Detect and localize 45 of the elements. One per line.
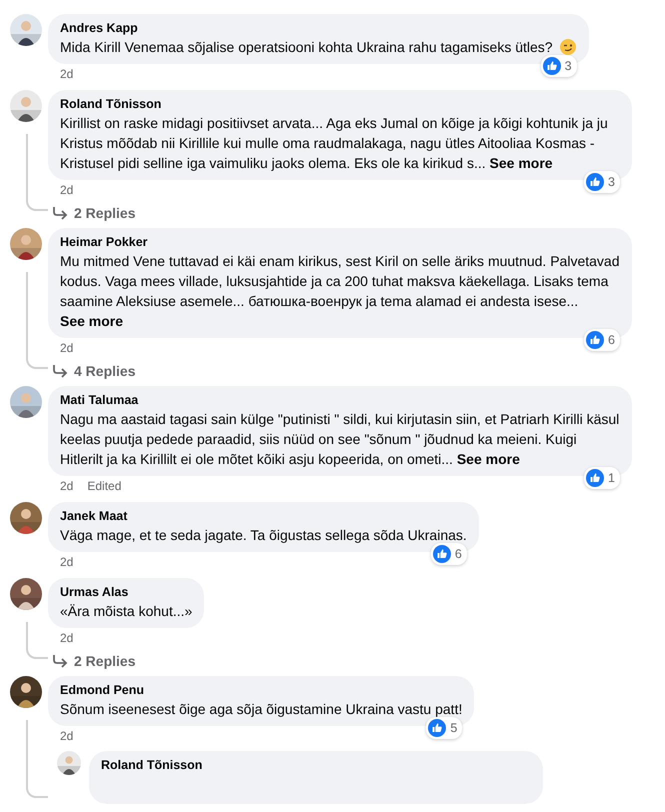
view-replies-link[interactable]: 4 Replies [52, 363, 136, 379]
reply-arrow-icon [52, 654, 68, 668]
see-more-link[interactable]: See more [456, 451, 520, 467]
thumbs-up-icon [432, 545, 451, 563]
comment-time[interactable]: 2d [60, 631, 74, 647]
commenter-name[interactable]: Roland Tõnisson [101, 757, 531, 774]
see-more-link[interactable]: See more [60, 313, 124, 329]
commenter-name[interactable]: Roland Tõnisson [60, 96, 620, 113]
comment-text: Mida Kirill Venemaa sõjalise operatsiooni kohta Ukraina rahu tagamiseks ütles? [60, 37, 577, 57]
comment-text: «Ära mõista kohut...» [60, 602, 192, 621]
comment-time[interactable]: 2d [60, 479, 74, 495]
comment-time[interactable]: 2d [60, 555, 74, 571]
reply-arrow-icon [52, 364, 68, 378]
edited-label: Edited [87, 479, 122, 495]
commenter-name[interactable]: Heimar Pokker [60, 234, 620, 251]
commenter-name[interactable]: Andres Kapp [60, 20, 577, 37]
comment-time[interactable]: 2d [60, 183, 74, 199]
reaction-count[interactable]: 1 [584, 467, 620, 489]
commenter-name[interactable]: Mati Talumaa [60, 392, 620, 409]
reaction-count[interactable]: 3 [540, 55, 577, 77]
see-more-link[interactable]: See more [490, 155, 553, 171]
comment-time[interactable]: 2d [60, 67, 74, 83]
commenter-name[interactable]: Urmas Alas [60, 584, 192, 601]
reaction-count[interactable]: 3 [584, 171, 620, 193]
view-replies-link[interactable]: 2 Replies [52, 205, 136, 221]
thumbs-up-icon [542, 57, 561, 75]
reaction-count[interactable]: 6 [430, 543, 467, 565]
reply-arrow-icon [52, 206, 68, 220]
thread-line [26, 622, 48, 659]
view-replies-link[interactable]: 2 Replies [52, 653, 136, 669]
comment-text: Nagu ma aastaid tagasi sain külge "putinisti " sildi, kui kirjutasin siin, et Patriarh Kirilli käsul keelas puutja pedede paraadid, siis nüüd on see "sõnum " jõudnud ka meieni. Kuigi Hitlerilt ja ka Kirillilt ei ole mõtet kõiki asju kopeerida, on ometi... See more [60, 410, 620, 469]
thumbs-up-icon [586, 331, 604, 349]
comment-text: Mu mitmed Vene tuttavad ei käi enam kirikus, sest Kiril on selle äriks muutnud. Palvetavad kodus. Vaga mees villade, luksusjahtide ja ca 200 tuhat maksva käekellaga. Lisaks tema saamine Aleksiuse asemele... батюшка-военрук ja tema alamad ei andesta isese... See more [60, 252, 620, 331]
thumbs-up-icon [586, 173, 604, 191]
comment-text: Väga mage, et te seda jagate. Ta õigustas sellega sõda Ukrainas. [60, 526, 467, 545]
reaction-count[interactable]: 5 [426, 717, 462, 739]
comment-time[interactable]: 2d [60, 341, 74, 357]
thumbs-up-icon [586, 469, 604, 487]
commenter-name[interactable]: Edmond Penu [60, 682, 462, 699]
comment-text: Sõnum iseenesest õige aga sõja õigustamine Ukraina vastu patt! [60, 700, 462, 719]
comment-time[interactable]: 2d [60, 729, 74, 745]
thumbs-up-icon [428, 719, 446, 737]
commenter-name[interactable]: Janek Maat [60, 508, 467, 525]
comment-text: Kirillist on raske midagi positiivset arvata... Aga eks Jumal on kõige ja kõigi kohtunik ja ju Kristus mõõdab nii Kirillile kui mulle oma raudmalakaga, nagu ütles Aitooliaa Kosmas - Kristusel pidi selline iga vaimuliku jaoks olema. Eks ole ka kirikud s... See more [60, 114, 609, 173]
reaction-count[interactable]: 6 [584, 329, 620, 351]
